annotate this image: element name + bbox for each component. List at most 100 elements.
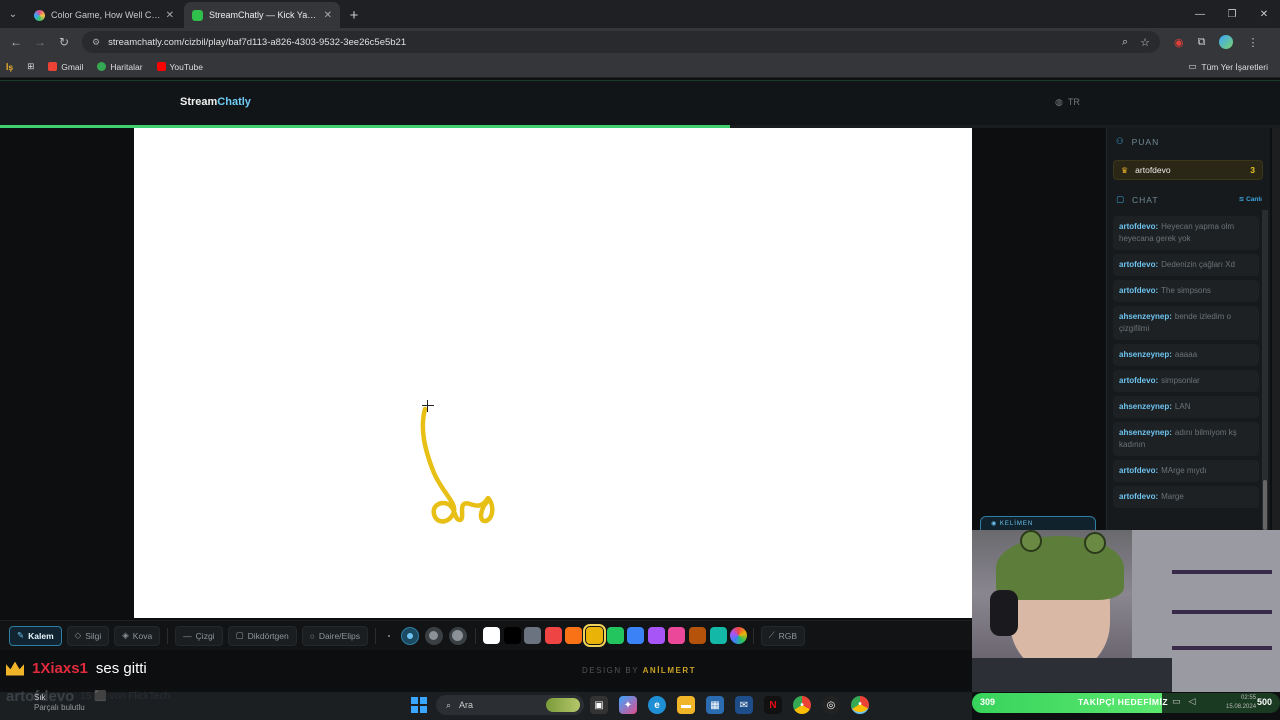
site-info-icon[interactable]: ⚙ [92,37,100,48]
webcam-shelf [1172,610,1272,614]
taskbar-clock[interactable]: 02:55 15.08.2024 [1226,694,1256,712]
chat-message-user[interactable]: artofdevo: [1119,492,1158,501]
tool-rectangle-button[interactable]: ▢ Dikdörtgen [227,625,297,646]
chrome-active-icon[interactable]: • [851,696,869,714]
taskbar-search-input[interactable]: ⌕ Ara [436,695,584,715]
follower-count: 309 [980,697,996,707]
color-swatch[interactable] [565,627,583,644]
volume-icon[interactable]: ◁ [1189,696,1196,707]
forward-icon[interactable]: → [28,35,52,49]
extension-record-icon[interactable]: ◉ [1174,36,1184,49]
color-swatch[interactable] [606,627,624,644]
close-tab-icon[interactable]: ✕ [324,10,332,21]
profile-avatar-icon[interactable] [1219,35,1234,49]
bookmark-gmail[interactable]: Gmail [48,62,83,72]
rgb-picker-button[interactable]: ⟋ RGB [760,625,806,646]
chat-message-user[interactable]: ahsenzeynep: [1119,312,1172,321]
color-swatch[interactable] [482,627,500,644]
network-icon[interactable]: ▭ [1172,696,1181,707]
streamchatly-favicon-icon [192,9,203,21]
new-tab-button[interactable]: + [342,2,366,28]
bookmark-star-icon[interactable]: ☆ [1140,36,1150,49]
color-swatch[interactable] [503,627,521,644]
tool-circle-button[interactable]: ○ Daire/Elips [301,625,368,646]
brush-size-xlarge-button[interactable] [448,626,467,645]
score-heading: ⚇ PUAN [1116,136,1160,147]
task-view-icon[interactable]: ▣ [590,696,608,714]
chat-message-text: Marge [1161,492,1184,501]
chat-message-user[interactable]: artofdevo: [1119,286,1158,295]
chat-scroll-thumb[interactable] [1263,480,1267,530]
bookmark-maps[interactable]: Haritalar [97,62,143,72]
tab-color-game[interactable]: Color Game, How Well Can You ✕ [26,2,182,28]
color-swatch[interactable] [627,627,645,644]
chat-message-user[interactable]: ahsenzeynep: [1119,350,1172,359]
reload-icon[interactable]: ↻ [52,35,76,49]
zoom-icon[interactable]: ⌕ [1122,36,1128,49]
brush-size-dot-icon [452,630,464,641]
brush-size-large-button[interactable] [424,626,443,645]
all-bookmarks[interactable]: ▭ Tüm Yer İşaretleri [1188,61,1268,72]
crosshair-cursor-icon [422,400,434,412]
chat-message-user[interactable]: ahsenzeynep: [1119,402,1172,411]
chat-message-user[interactable]: artofdevo: [1119,260,1158,269]
overlay-chat-user: 1Xiaxs1 [32,660,88,677]
copilot-icon[interactable]: ✦ [619,696,637,714]
tool-line-button[interactable]: — Çizgi [175,625,223,646]
chat-message-user[interactable]: artofdevo: [1119,222,1158,231]
extensions-icon[interactable]: ⧉ [1198,36,1206,49]
color-swatch[interactable] [709,627,727,644]
gmail-icon [48,62,58,71]
brush-size-medium-button[interactable] [400,626,419,645]
chat-message-user[interactable]: artofdevo: [1119,466,1158,475]
bookmark-youtube[interactable]: YouTube [156,62,203,72]
color-swatch[interactable] [544,627,562,644]
file-explorer-icon[interactable]: ▬ [677,696,695,714]
tab-search-icon[interactable]: ⌄ [0,0,26,28]
chat-scrollbar[interactable] [1262,210,1268,532]
color-swatch[interactable] [688,627,706,644]
page-scrollbar[interactable] [1272,128,1280,532]
streamchatly-logo[interactable]: StreamChatly [180,96,251,108]
mail-icon[interactable]: ✉ [735,696,753,714]
tool-eraser-button[interactable]: ◇ Silgi [66,625,110,646]
color-swatch[interactable] [668,627,686,644]
netflix-icon[interactable]: N [764,696,782,714]
browser-tab-strip: ⌄ Color Game, How Well Can You ✕ StreamC… [0,0,1280,28]
chat-message-user[interactable]: ahsenzeynep: [1119,428,1172,437]
weather-widget[interactable]: Sık Parçalı bulutlu [34,693,85,713]
chat-list[interactable]: artofdevo: Heyecan yapma olm heyecana ger… [1113,216,1259,530]
tab-streamchatly[interactable]: StreamChatly — Kick Yayıncıları ✕ [184,2,340,28]
crown-icon: ♛ [1121,165,1129,175]
close-tab-icon[interactable]: ✕ [166,10,174,21]
edge-icon[interactable]: e [648,696,666,714]
windows-start-icon[interactable] [411,697,427,713]
url-input[interactable]: ⚙ streamchatly.com/cizbil/play/baf7d113-… [82,31,1160,53]
restore-icon[interactable]: ❐ [1216,0,1248,28]
menu-icon[interactable]: ⋮ [1247,36,1258,49]
bookmark-is[interactable]: İş [6,62,13,72]
chat-message-user[interactable]: artofdevo: [1119,376,1158,385]
tool-bucket-button[interactable]: ◈ Kova [114,625,161,646]
chrome-icon[interactable]: • [793,696,811,714]
toolbar-divider [167,627,169,644]
minimize-icon[interactable]: — [1184,0,1216,28]
color-swatch[interactable] [582,624,606,647]
color-picker-rainbow-swatch[interactable] [730,627,748,644]
tool-label: Silgi [85,630,102,641]
back-icon[interactable]: ← [4,35,28,49]
color-swatch[interactable] [647,627,665,644]
design-credit: DESIGN BY ANİLMERT [582,666,696,675]
toolbar-divider [474,627,476,644]
drawing-canvas[interactable] [134,128,972,618]
yellow-stroke [420,406,495,524]
tool-pencil-button[interactable]: ✎ Kalem [9,625,62,646]
store-icon[interactable]: ▦ [706,696,724,714]
language-selector[interactable]: ◍ TR [1055,97,1080,108]
obs-icon[interactable]: ◎ [822,696,840,714]
apps-grid-icon[interactable]: ⊞ [27,61,34,72]
close-window-icon[interactable]: ✕ [1248,0,1280,28]
rectangle-icon: ▢ [235,630,244,640]
color-swatch[interactable] [524,627,542,644]
brush-size-small-button[interactable] [383,630,395,642]
